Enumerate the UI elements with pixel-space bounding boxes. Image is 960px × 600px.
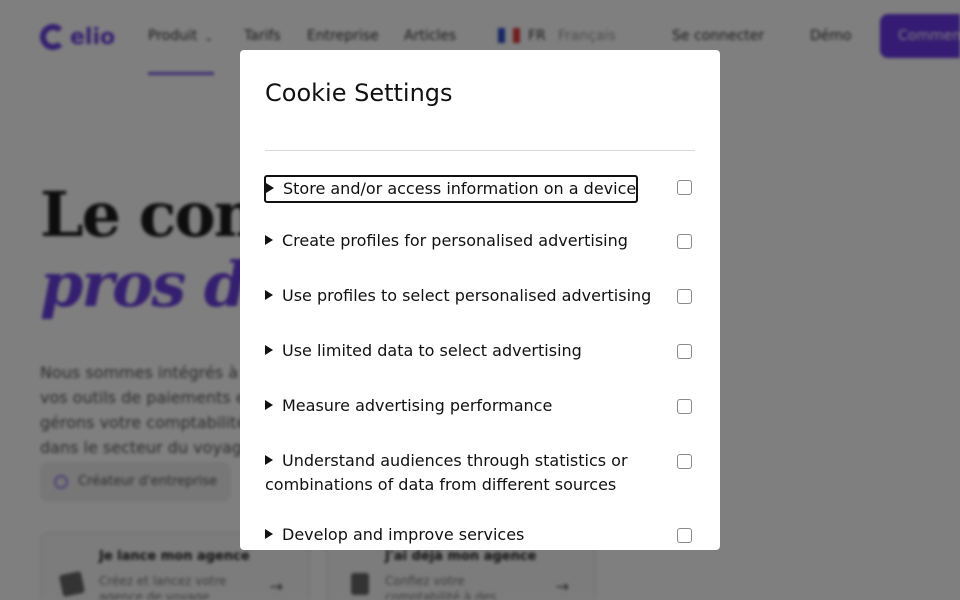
purpose-toggle[interactable]: Develop and improve services <box>265 523 665 547</box>
purpose-toggle[interactable]: Create profiles for personalised adverti… <box>265 229 665 253</box>
purpose-checkbox[interactable] <box>677 289 692 304</box>
divider <box>265 150 695 151</box>
purpose-label: Use limited data to select advertising <box>282 341 582 360</box>
purpose-label: Use profiles to select personalised adve… <box>282 286 652 305</box>
cookie-settings-dialog: Cookie Settings Store and/or access info… <box>240 50 720 550</box>
purpose-label: Measure advertising performance <box>282 396 553 415</box>
purpose-toggle[interactable]: Store and/or access information on a dev… <box>264 175 639 203</box>
disclosure-triangle-icon <box>265 345 273 355</box>
disclosure-triangle-icon <box>265 529 273 539</box>
purpose-row: Use profiles to select personalised adve… <box>265 284 705 308</box>
purpose-label: Understand audiences through statistics … <box>265 451 628 494</box>
purpose-checkbox[interactable] <box>677 528 692 543</box>
purpose-row: Understand audiences through statistics … <box>265 449 705 497</box>
disclosure-triangle-icon <box>265 455 273 465</box>
purpose-row: Measure advertising performance <box>265 394 705 418</box>
purpose-checkbox[interactable] <box>677 180 692 195</box>
purpose-label: Store and/or access information on a dev… <box>283 179 637 198</box>
purpose-checkbox[interactable] <box>677 344 692 359</box>
purpose-checkbox[interactable] <box>677 454 692 469</box>
purpose-toggle[interactable]: Measure advertising performance <box>265 394 665 418</box>
purpose-label: Create profiles for personalised adverti… <box>282 231 628 250</box>
purpose-checkbox[interactable] <box>677 399 692 414</box>
purpose-row: Develop and improve services <box>265 523 705 547</box>
purpose-checkbox[interactable] <box>677 234 692 249</box>
purpose-toggle[interactable]: Use limited data to select advertising <box>265 339 665 363</box>
disclosure-triangle-icon <box>266 183 274 193</box>
purpose-toggle[interactable]: Understand audiences through statistics … <box>265 449 655 497</box>
purpose-row: Create profiles for personalised adverti… <box>265 229 705 253</box>
disclosure-triangle-icon <box>265 290 273 300</box>
purpose-row: Store and/or access information on a dev… <box>264 175 705 203</box>
purpose-label: Develop and improve services <box>282 525 525 544</box>
purpose-toggle[interactable]: Use profiles to select personalised adve… <box>265 284 665 308</box>
purpose-row: Use limited data to select advertising <box>265 339 705 363</box>
disclosure-triangle-icon <box>265 235 273 245</box>
disclosure-triangle-icon <box>265 400 273 410</box>
dialog-title: Cookie Settings <box>265 79 453 107</box>
